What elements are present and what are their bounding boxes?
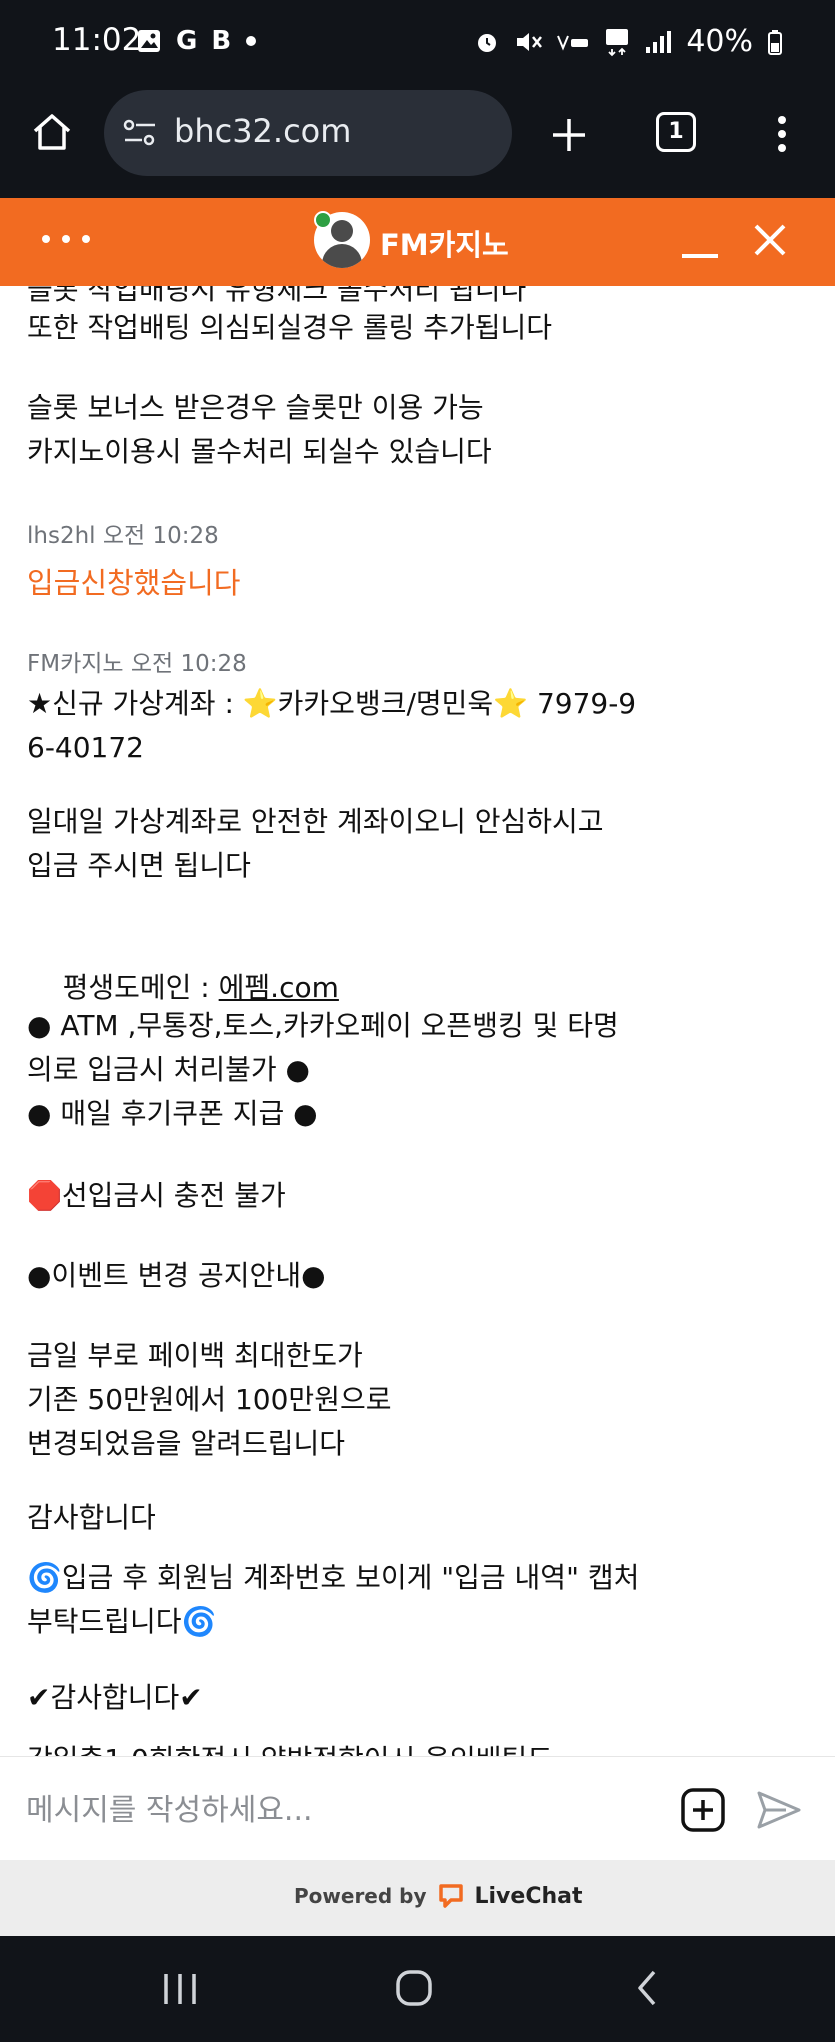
message-text: 또한 작업배팅 의심되실경우 롤링 추가됩니다 — [27, 311, 553, 344]
online-status-dot — [314, 211, 332, 229]
tab-switcher-button[interactable]: 1 — [656, 112, 696, 152]
options-menu-icon[interactable] — [40, 232, 92, 246]
add-attachment-icon[interactable] — [680, 1787, 726, 1833]
status-notification-icons: G B — [136, 26, 257, 56]
avatar-body-shape — [322, 244, 362, 268]
battery-icon — [768, 29, 782, 55]
message-text: 🌀입금 후 회원님 계좌번호 보이게 "입금 내역" 캡처 부탁드립니다🌀 — [27, 1561, 640, 1638]
recent-apps-icon[interactable] — [160, 1970, 200, 2008]
signal-icon — [646, 30, 672, 53]
visitor-message: 입금신창했습니다 — [27, 566, 241, 600]
dot-icon — [246, 36, 257, 46]
avatar-head-shape — [331, 220, 353, 242]
url-text[interactable]: bhc32.com — [174, 112, 351, 150]
mute-icon — [517, 32, 543, 51]
message-composer — [0, 1756, 835, 1863]
message-author-time: lhs2hl 오전 10:28 — [27, 523, 219, 549]
tab-count: 1 — [668, 119, 684, 144]
send-icon[interactable] — [756, 1789, 802, 1831]
message-text: ✔감사합니다✔ — [27, 1681, 203, 1714]
alarm-icon — [478, 33, 497, 52]
livechat-brand: LiveChat — [474, 1883, 583, 1909]
5g-icon — [606, 28, 629, 56]
message-clipped-line: 각일충1 0회한정시 양방적항이시 음인배팅도 — [27, 1738, 553, 1756]
minimize-icon[interactable] — [678, 232, 722, 262]
powered-by-footer: Powered by LiveChat — [0, 1860, 835, 1936]
message-author-time: FM카지노 오전 10:28 — [27, 651, 247, 677]
status-bar: 11:02 G B 40% — [0, 0, 835, 88]
new-tab-icon[interactable] — [548, 114, 590, 156]
livechat-logo-icon — [438, 1884, 463, 1908]
message-text: 감사합니다 — [27, 1501, 156, 1534]
message-clipped-line: 슬롯 작업배팅시 유형체크 몰수처리 됩니다 — [27, 286, 527, 306]
message-text: ★신규 가상계좌 : ⭐카카오뱅크/명민욱⭐ 7979-96-40172 — [27, 687, 637, 764]
message-text: 슬롯 보너스 받은경우 슬롯만 이용 가능 카지노이용시 몰수처리 되실수 있습… — [27, 391, 492, 468]
site-settings-icon[interactable] — [122, 116, 158, 150]
close-icon[interactable] — [750, 220, 790, 260]
powered-by-content[interactable]: Powered by LiveChat — [294, 1882, 583, 1910]
message-text: 일대일 가상계좌로 안전한 계좌이오니 안심하시고 입금 주시면 됩니다 — [27, 805, 604, 882]
message-input[interactable] — [24, 1757, 648, 1863]
volte-icon — [557, 35, 589, 51]
powered-by-label: Powered by — [294, 1884, 427, 1908]
home-icon[interactable] — [30, 110, 74, 154]
chat-message-list[interactable]: 슬롯 작업배팅시 유형체크 몰수처리 됩니다 또한 작업배팅 의심되실경우 롤링… — [0, 286, 835, 1756]
home-nav-icon[interactable] — [394, 1968, 434, 2008]
message-text: ●이벤트 변경 공지안내● — [27, 1259, 326, 1292]
browser-toolbar: bhc32.com 1 — [0, 88, 835, 198]
status-time: 11:02 — [52, 22, 142, 58]
battery-percent: 40% — [686, 24, 753, 59]
image-icon — [138, 30, 160, 52]
more-menu-icon[interactable] — [766, 112, 798, 156]
domain-label: 평생도메인 : — [62, 971, 219, 1004]
message-text: 🛑선입금시 충전 불가 — [27, 1179, 286, 1212]
chat-title: FM카지노 — [380, 228, 509, 262]
system-navigation-bar — [0, 1936, 835, 2042]
back-icon[interactable] — [632, 1968, 662, 2008]
domain-link[interactable]: 에펨.com — [219, 971, 339, 1004]
b-app-icon: B — [211, 26, 232, 56]
address-bar[interactable]: bhc32.com — [104, 90, 512, 176]
chat-header: FM카지노 — [0, 198, 835, 286]
message-text: ● ATM ,무통장,토스,카카오페이 오픈뱅킹 및 타명 의로 입금시 처리불… — [27, 1009, 619, 1130]
status-system-icons: 40% — [474, 24, 783, 59]
google-g-icon: G — [176, 26, 198, 56]
message-text: 금일 부로 페이백 최대한도가 기존 50만원에서 100만원으로 변경되었음을… — [27, 1339, 392, 1460]
